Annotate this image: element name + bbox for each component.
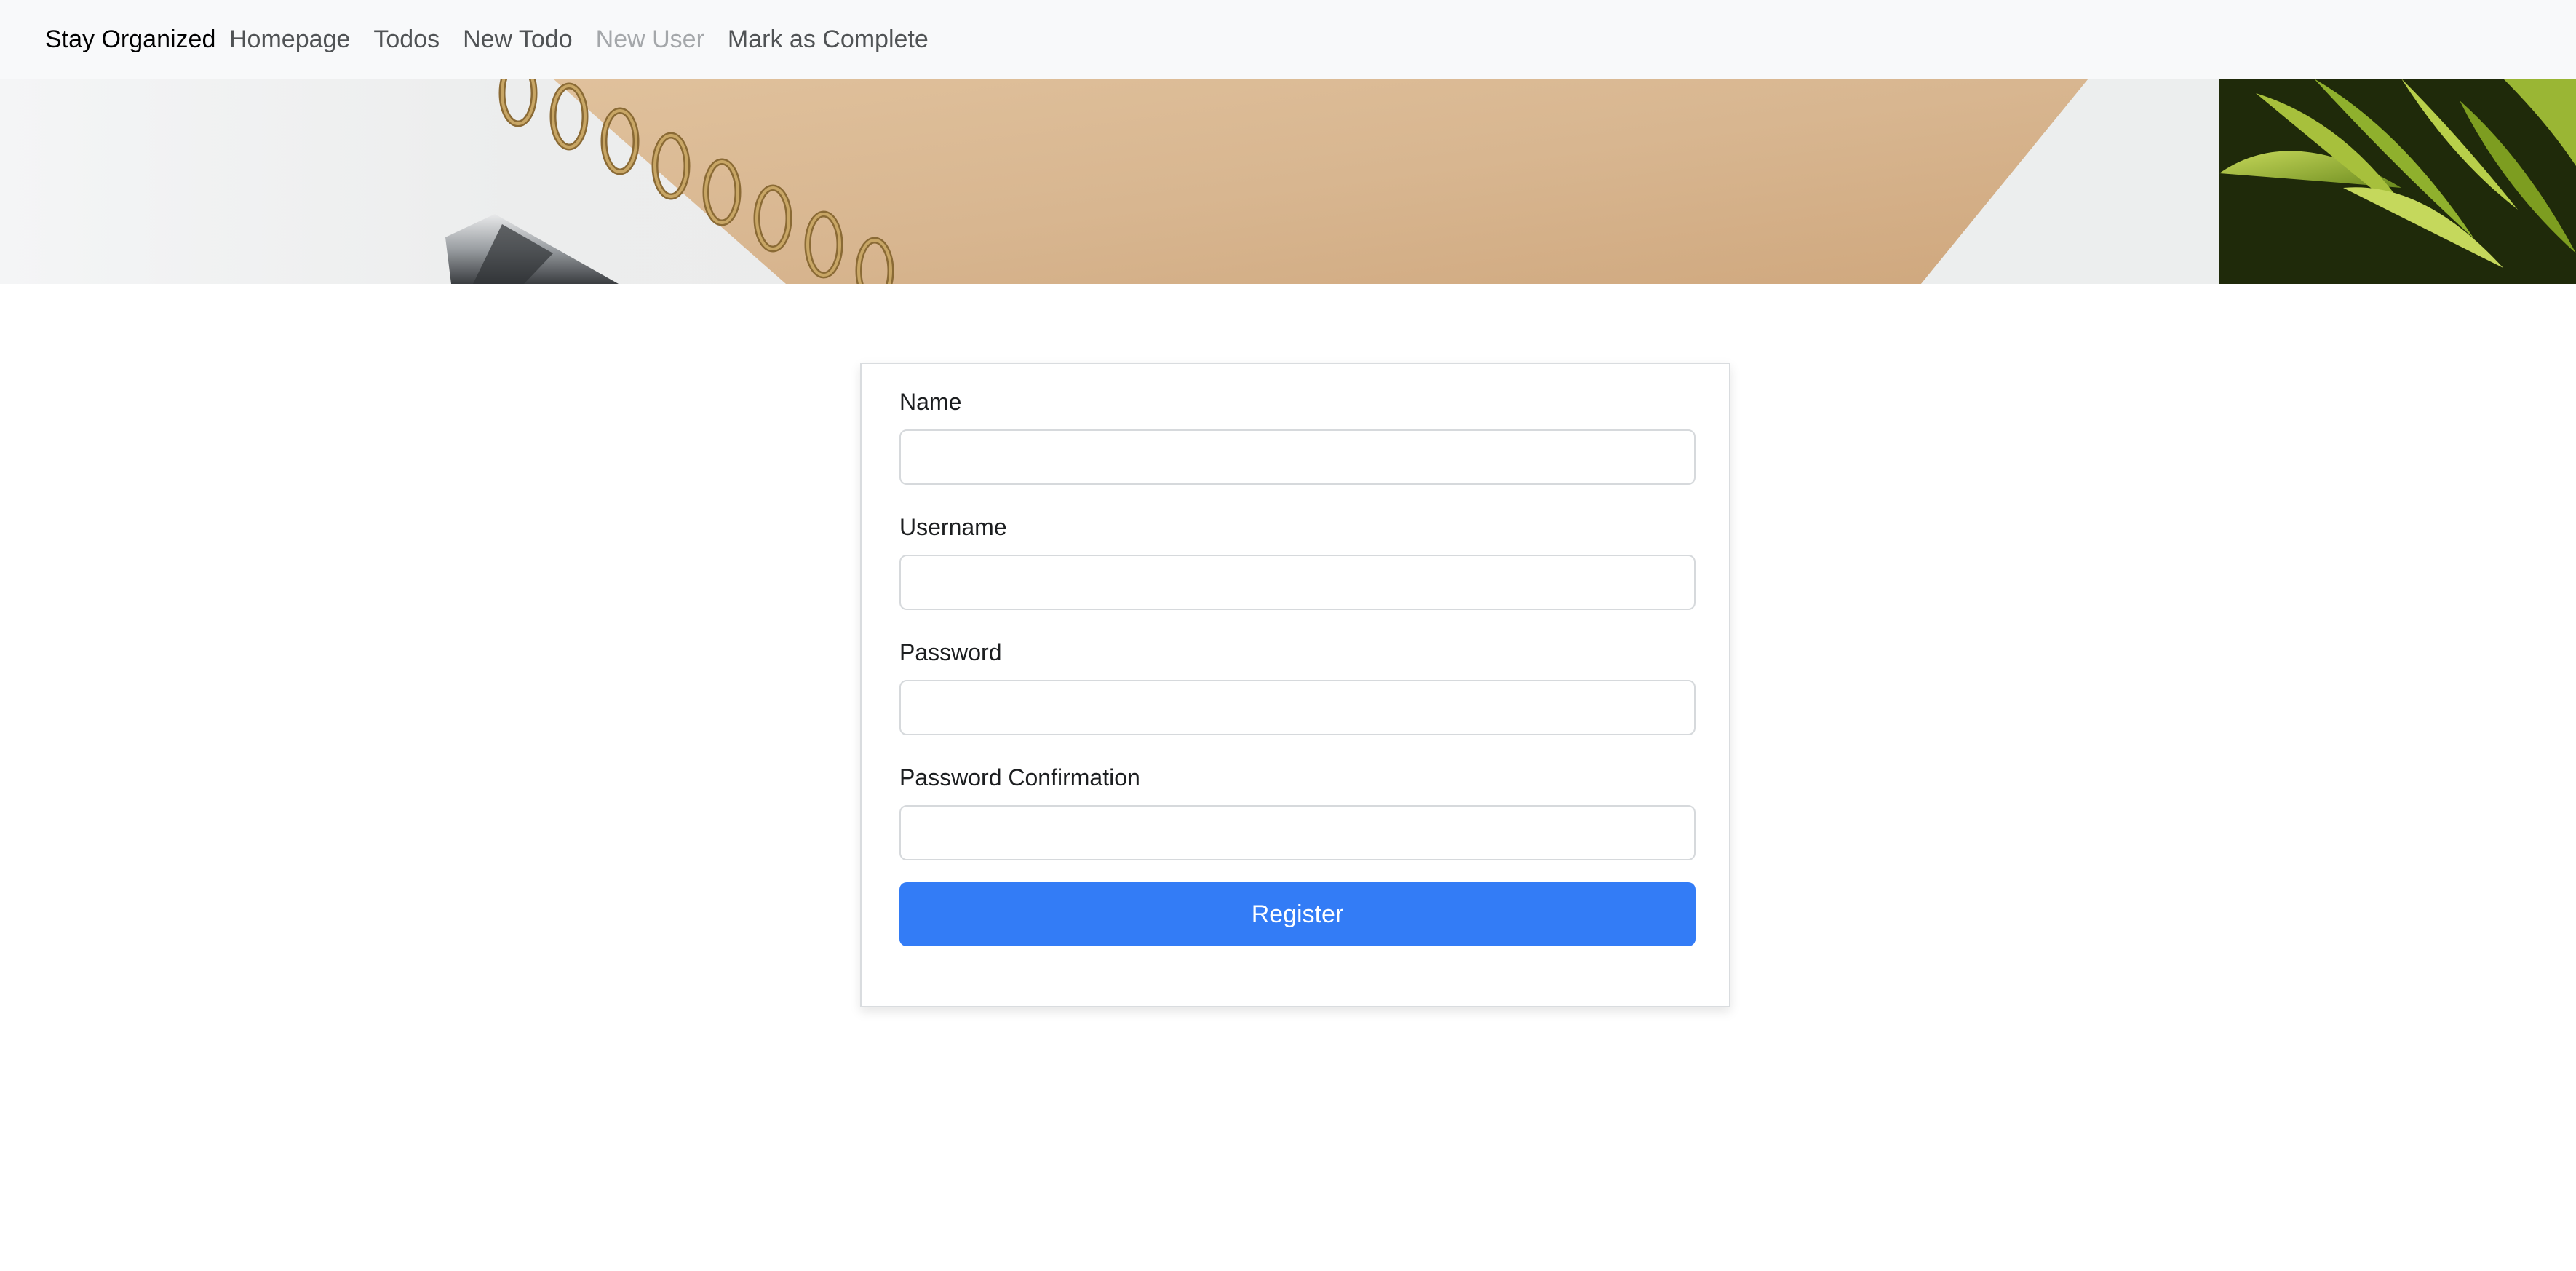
password-label: Password <box>899 639 1002 665</box>
username-label: Username <box>899 514 1007 540</box>
register-button[interactable]: Register <box>899 882 1696 946</box>
register-form-card: Name Username Password Password Confirma… <box>860 363 1730 1007</box>
nav-link-new-user[interactable]: New User <box>596 25 704 54</box>
nav-link-new-todo[interactable]: New Todo <box>463 25 573 54</box>
nav-link-todos[interactable]: Todos <box>373 25 440 54</box>
nav-link-mark-as-complete[interactable]: Mark as Complete <box>728 25 929 54</box>
password-confirmation-label: Password Confirmation <box>899 764 1140 791</box>
name-label: Name <box>899 389 962 415</box>
username-input[interactable] <box>899 555 1696 610</box>
nav-links: Homepage Todos New Todo New User Mark as… <box>229 0 952 79</box>
password-input[interactable] <box>899 680 1696 735</box>
password-confirmation-input[interactable] <box>899 805 1696 860</box>
navbar: Stay Organized Homepage Todos New Todo N… <box>0 0 2576 79</box>
nav-link-homepage[interactable]: Homepage <box>229 25 350 54</box>
name-input[interactable] <box>899 429 1696 485</box>
banner-image <box>0 79 2576 284</box>
brand-link[interactable]: Stay Organized <box>45 0 215 79</box>
